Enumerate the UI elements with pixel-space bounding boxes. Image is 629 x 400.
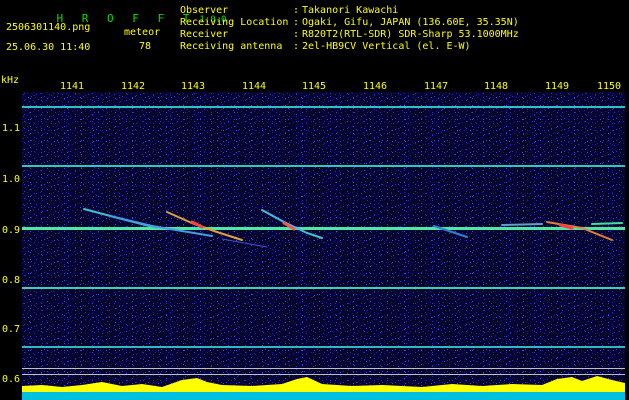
info-colon: : <box>293 5 300 16</box>
hroft-window: H R O F F T 1.0.0 2506301140.png 25.06.30… <box>0 0 629 400</box>
file-name: 2506301140.png <box>6 22 91 33</box>
file-timestamp: 25.06.30 11:40 <box>6 42 91 53</box>
y-tick-label: 1.0 <box>1 174 20 185</box>
x-tick-label: 1149 <box>544 81 570 92</box>
info-value: Ogaki, Gifu, JAPAN (136.60E, 35.35N) <box>302 17 519 28</box>
y-tick-label: 0.9 <box>1 225 20 236</box>
info-key: Receiver <box>180 29 229 40</box>
footer-base <box>22 392 625 400</box>
info-value: 2el-HB9CV Vertical (el. E-W) <box>302 41 471 52</box>
carrier-line <box>22 165 625 167</box>
carrier-line <box>22 287 625 289</box>
y-tick-label: 1.1 <box>1 123 20 134</box>
y-tick-label: 0.8 <box>1 275 20 286</box>
x-tick-label: 1146 <box>362 81 388 92</box>
info-colon: : <box>293 17 300 28</box>
noise-overlay <box>22 92 625 400</box>
info-colon: : <box>293 29 300 40</box>
x-tick-label: 1148 <box>483 81 509 92</box>
x-tick-label: 1147 <box>423 81 449 92</box>
x-tick-label: 1142 <box>120 81 146 92</box>
y-unit-label: kHz <box>1 75 20 86</box>
spectrogram <box>22 92 625 400</box>
info-key: Observer <box>180 5 229 16</box>
carrier-line <box>22 106 625 108</box>
x-tick-label: 1144 <box>241 81 267 92</box>
carrier-line <box>22 227 625 230</box>
meteor-count: 78 <box>139 41 152 52</box>
marker-line <box>22 374 625 375</box>
y-tick-label: 0.7 <box>1 324 20 335</box>
info-colon: : <box>293 41 300 52</box>
meteor-echo <box>591 222 623 225</box>
info-value: R820T2(RTL-SDR) SDR-Sharp 53.1000MHz <box>302 29 519 40</box>
info-key: Receiving Location <box>180 17 289 28</box>
x-tick-label: 1150 <box>596 81 622 92</box>
meteor-echo <box>501 223 543 226</box>
x-tick-label: 1143 <box>180 81 206 92</box>
x-tick-label: 1141 <box>59 81 85 92</box>
info-value: Takanori Kawachi <box>302 5 399 16</box>
meteor-label: meteor <box>124 27 161 38</box>
marker-line <box>22 368 625 369</box>
x-tick-label: 1145 <box>301 81 327 92</box>
carrier-line <box>22 346 625 348</box>
y-tick-label: 0.6 <box>1 374 20 385</box>
info-key: Receiving antenna <box>180 41 283 52</box>
